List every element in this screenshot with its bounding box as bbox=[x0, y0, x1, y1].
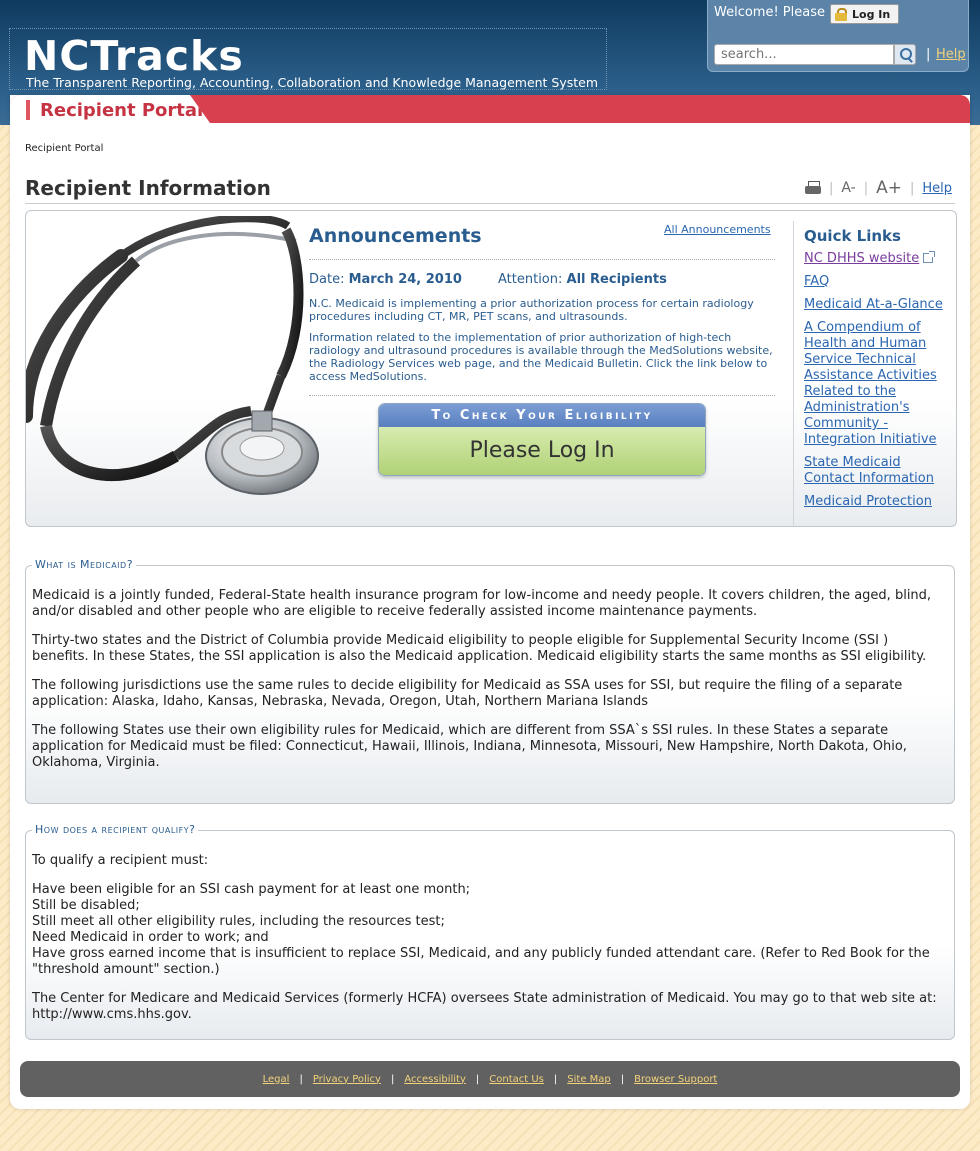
logo-subtitle: The Transparent Reporting, Accounting, C… bbox=[26, 75, 599, 90]
requirement-item: Still meet all other eligibility rules, … bbox=[32, 914, 445, 929]
requirement-item: Have been eligible for an SSI cash payme… bbox=[32, 882, 471, 897]
footer-link-accessibility[interactable]: Accessibility bbox=[404, 1074, 466, 1085]
tool-separator: | bbox=[863, 180, 869, 196]
login-button-label: Log In bbox=[852, 7, 891, 21]
requirement-item: Still be disabled; bbox=[32, 898, 140, 913]
lock-icon bbox=[835, 7, 847, 21]
section-legend: How does a recipient qualify? bbox=[32, 823, 199, 836]
quick-links-title: Quick Links bbox=[804, 227, 901, 245]
quick-link-nc-dhhs[interactable]: NC DHHS website bbox=[804, 251, 919, 266]
footer-separator: | bbox=[299, 1073, 303, 1085]
login-search-panel: Welcome! Please Log In | Help bbox=[707, 0, 969, 72]
section-paragraph: The following jurisdictions use the same… bbox=[32, 678, 903, 709]
announcements-heading: Announcements bbox=[309, 225, 482, 247]
footer-link-privacy[interactable]: Privacy Policy bbox=[313, 1074, 381, 1085]
section-paragraph: Medicaid is a jointly funded, Federal-St… bbox=[32, 588, 932, 619]
footer-separator: | bbox=[475, 1073, 480, 1085]
eligibility-header: To Check Your Eligibility bbox=[379, 404, 705, 427]
printer-icon[interactable] bbox=[804, 180, 821, 196]
announcement-attention: Attention: All Recipients bbox=[498, 272, 667, 287]
login-button[interactable]: Log In bbox=[830, 4, 899, 24]
attention-value: All Recipients bbox=[566, 272, 667, 287]
footer-link-legal[interactable]: Legal bbox=[263, 1074, 290, 1085]
breadcrumb: Recipient Portal bbox=[25, 143, 104, 154]
quick-links-divider bbox=[793, 221, 794, 526]
section-paragraph: Thirty-two states and the District of Co… bbox=[32, 633, 927, 664]
page-tools: | A- | A+ | Help bbox=[804, 178, 952, 198]
footer-link-browser-support[interactable]: Browser Support bbox=[634, 1074, 717, 1085]
quick-links-list: NC DHHS website FAQ Medicaid At-a-Glance… bbox=[804, 251, 952, 517]
quick-link-compendium[interactable]: A Compendium of Health and Human Service… bbox=[804, 320, 937, 447]
section-paragraph: The following States use their own eligi… bbox=[32, 723, 907, 770]
announcement-paragraph: N.C. Medicaid is implementing a prior au… bbox=[309, 297, 754, 323]
eligibility-login-button[interactable]: To Check Your Eligibility Please Log In bbox=[378, 403, 706, 476]
quick-link-item: Medicaid At-a-Glance bbox=[804, 297, 952, 313]
quick-link-state-medicaid-contact[interactable]: State Medicaid Contact Information bbox=[804, 455, 934, 486]
footer-link-contact[interactable]: Contact Us bbox=[489, 1074, 544, 1085]
footer-separator: | bbox=[390, 1073, 395, 1085]
section-content: Medicaid is a jointly funded, Federal-St… bbox=[32, 588, 938, 784]
tool-separator: | bbox=[909, 180, 915, 196]
portal-tab-accent bbox=[26, 100, 30, 120]
eligibility-button-label: Please Log In bbox=[379, 427, 705, 475]
page-help-link[interactable]: Help bbox=[922, 181, 952, 196]
section-paragraph: The Center for Medicare and Medicaid Ser… bbox=[32, 991, 937, 1022]
welcome-text: Welcome! Please bbox=[714, 5, 825, 20]
section-content: To qualify a recipient must: Have been e… bbox=[32, 853, 938, 1036]
what-is-medicaid-section: What is Medicaid? Medicaid is a jointly … bbox=[25, 558, 955, 804]
date-label: Date: bbox=[309, 272, 345, 287]
footer: Legal | Privacy Policy | Accessibility |… bbox=[20, 1061, 960, 1097]
announcement-paragraph: Information related to the implementatio… bbox=[309, 331, 773, 383]
announcements-divider bbox=[309, 259, 775, 260]
announcements-divider bbox=[309, 395, 775, 396]
attention-label: Attention: bbox=[498, 272, 563, 287]
section-legend: What is Medicaid? bbox=[32, 558, 137, 571]
search-icon[interactable] bbox=[894, 44, 916, 65]
quick-link-faq[interactable]: FAQ bbox=[804, 274, 829, 289]
title-divider bbox=[25, 203, 955, 204]
announcements-panel: Announcements All Announcements Date: Ma… bbox=[25, 210, 957, 527]
quick-link-item: FAQ bbox=[804, 274, 952, 290]
tool-separator: | bbox=[828, 180, 834, 196]
all-announcements-link[interactable]: All Announcements bbox=[664, 223, 771, 236]
requirement-item: Have gross earned income that is insuffi… bbox=[32, 946, 930, 977]
stethoscope-image bbox=[26, 216, 319, 495]
header-help-link[interactable]: Help bbox=[936, 47, 966, 62]
quick-link-item: State Medicaid Contact Information bbox=[804, 455, 952, 487]
search-input[interactable] bbox=[714, 44, 894, 65]
date-value: March 24, 2010 bbox=[348, 272, 462, 287]
requirement-item: Need Medicaid in order to work; and bbox=[32, 930, 269, 945]
requirements-list: Have been eligible for an SSI cash payme… bbox=[32, 882, 938, 978]
external-link-icon bbox=[923, 251, 936, 263]
separator: | bbox=[926, 47, 931, 62]
logo-title[interactable]: NCTracks bbox=[24, 34, 244, 78]
footer-separator: | bbox=[553, 1073, 558, 1085]
section-paragraph: To qualify a recipient must: bbox=[32, 853, 209, 868]
main-content: Recipient Portal Recipient Portal Recipi… bbox=[10, 95, 970, 1109]
quick-link-item: A Compendium of Health and Human Service… bbox=[804, 320, 952, 448]
quick-link-item: Medicaid Protection bbox=[804, 494, 952, 510]
font-decrease-button[interactable]: A- bbox=[841, 180, 855, 196]
quick-link-item: NC DHHS website bbox=[804, 251, 952, 267]
page-title: Recipient Information bbox=[25, 176, 271, 200]
qualify-section: How does a recipient qualify? To qualify… bbox=[25, 823, 955, 1040]
quick-link-medicaid-protection[interactable]: Medicaid Protection bbox=[804, 494, 932, 509]
font-increase-button[interactable]: A+ bbox=[876, 178, 902, 198]
portal-tab-label: Recipient Portal bbox=[40, 100, 204, 121]
announcement-date: Date: March 24, 2010 bbox=[309, 272, 462, 287]
quick-link-medicaid-at-a-glance[interactable]: Medicaid At-a-Glance bbox=[804, 297, 943, 312]
portal-tab[interactable]: Recipient Portal bbox=[10, 95, 210, 123]
footer-separator: | bbox=[620, 1073, 625, 1085]
footer-link-sitemap[interactable]: Site Map bbox=[567, 1074, 610, 1085]
